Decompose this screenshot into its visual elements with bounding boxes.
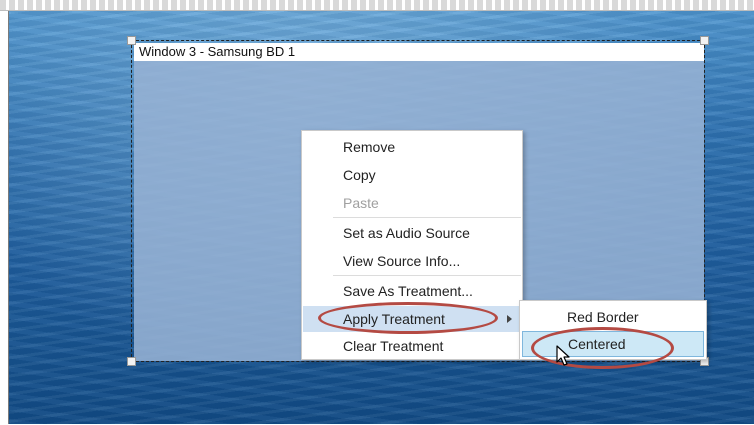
- context-menu: Remove Copy Paste Set as Audio Source Vi…: [301, 130, 523, 360]
- submenu-item-centered[interactable]: Centered: [522, 331, 704, 357]
- menu-item-copy[interactable]: Copy: [303, 162, 521, 188]
- menu-item-apply-treatment[interactable]: Apply Treatment: [303, 306, 521, 332]
- resize-handle-top-left[interactable]: [127, 36, 136, 45]
- menu-separator: [333, 275, 521, 276]
- menu-item-set-audio-source[interactable]: Set as Audio Source: [303, 220, 521, 246]
- menu-item-remove[interactable]: Remove: [303, 134, 521, 160]
- top-toolbar-strip: [0, 0, 754, 11]
- submenu-arrow-icon: [507, 315, 512, 323]
- menu-item-apply-treatment-label: Apply Treatment: [343, 311, 445, 327]
- resize-handle-top-right[interactable]: [700, 36, 709, 45]
- mouse-pointer-icon: [556, 345, 570, 366]
- resize-handle-bottom-left[interactable]: [127, 357, 136, 366]
- treatment-submenu: Red Border Centered: [519, 300, 707, 360]
- menu-item-view-source-info[interactable]: View Source Info...: [303, 248, 521, 274]
- menu-separator: [333, 217, 521, 218]
- submenu-item-red-border[interactable]: Red Border: [522, 304, 704, 330]
- menu-item-save-as-treatment[interactable]: Save As Treatment...: [303, 278, 521, 304]
- menu-item-clear-treatment[interactable]: Clear Treatment: [303, 333, 521, 359]
- menu-item-paste: Paste: [343, 195, 379, 211]
